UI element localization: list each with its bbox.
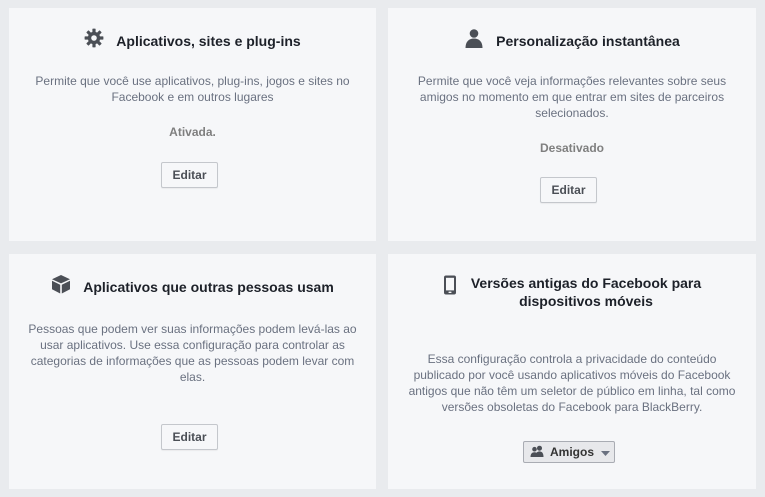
card-header: Personalização instantânea [388, 28, 756, 53]
edit-button[interactable]: Editar [161, 162, 218, 188]
card-title: Versões antigas do Facebook para disposi… [471, 274, 701, 310]
gear-icon [84, 28, 104, 53]
apps-sites-plugins-card: Aplicativos, sites e plug-ins Permite qu… [9, 8, 376, 241]
edit-button[interactable]: Editar [540, 177, 597, 203]
card-header: Versões antigas do Facebook para disposi… [388, 274, 756, 310]
cube-icon [51, 274, 71, 299]
chevron-down-icon [601, 445, 611, 459]
audience-selector[interactable]: Amigos [523, 441, 615, 463]
friends-icon [530, 445, 544, 460]
mobile-phone-icon [443, 275, 457, 300]
card-description: Permite que você use aplicativos, plug-i… [35, 74, 350, 104]
status-text: Ativada. [169, 125, 216, 139]
audience-label: Amigos [550, 445, 595, 459]
edit-button[interactable]: Editar [161, 424, 218, 450]
card-title-line-2: dispositivos móveis [519, 293, 653, 309]
card-description: Pessoas que podem ver suas informações p… [28, 322, 357, 384]
apps-others-use-card: Aplicativos que outras pessoas usam Pess… [9, 254, 376, 489]
card-description: Essa configuração controla a privacidade… [408, 352, 736, 414]
card-title-line-1: Versões antigas do Facebook para [470, 275, 702, 291]
person-icon [464, 28, 484, 53]
card-title: Personalização instantânea [496, 32, 680, 49]
card-header: Aplicativos, sites e plug-ins [9, 28, 376, 53]
card-title: Aplicativos que outras pessoas usam [83, 278, 334, 295]
card-header: Aplicativos que outras pessoas usam [9, 274, 376, 299]
legacy-mobile-card: Versões antigas do Facebook para disposi… [388, 254, 756, 489]
status-text: Desativado [539, 141, 605, 155]
card-title: Aplicativos, sites e plug-ins [116, 32, 301, 49]
card-description: Permite que você veja informações releva… [417, 74, 727, 120]
instant-personalization-card: Personalização instantânea Permite que v… [388, 8, 756, 241]
